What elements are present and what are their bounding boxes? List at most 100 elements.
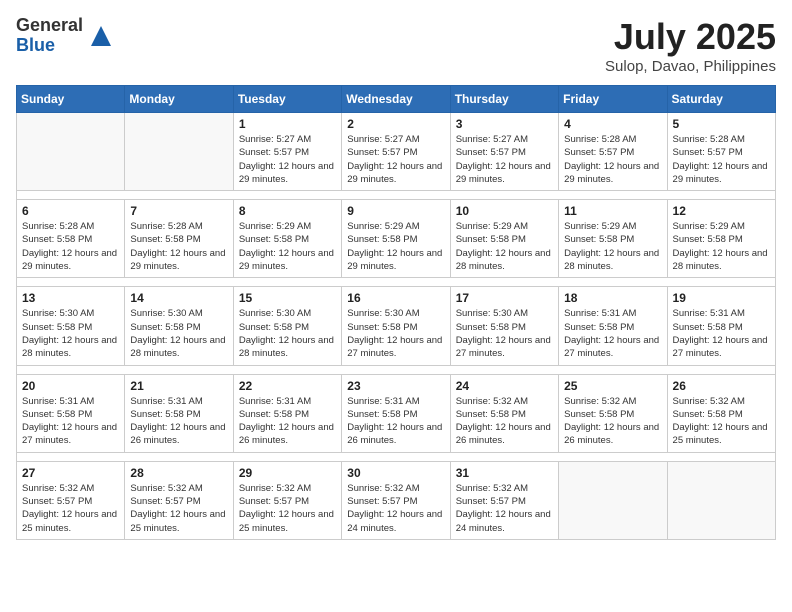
logo-icon: [87, 22, 115, 50]
week-spacer-cell: [17, 452, 776, 461]
calendar-day-cell: 4 Sunrise: 5:28 AM Sunset: 5:57 PM Daylig…: [559, 113, 667, 191]
day-info: Sunrise: 5:31 AM Sunset: 5:58 PM Dayligh…: [673, 307, 770, 360]
day-info: Sunrise: 5:29 AM Sunset: 5:58 PM Dayligh…: [456, 220, 553, 273]
day-info: Sunrise: 5:32 AM Sunset: 5:57 PM Dayligh…: [22, 482, 119, 535]
weekday-header: Friday: [559, 86, 667, 113]
logo-text: General Blue: [16, 16, 83, 56]
day-number: 5: [673, 117, 770, 131]
calendar-week-row: 13 Sunrise: 5:30 AM Sunset: 5:58 PM Dayli…: [17, 287, 776, 365]
week-spacer-row: [17, 278, 776, 287]
calendar-day-cell: 16 Sunrise: 5:30 AM Sunset: 5:58 PM Dayli…: [342, 287, 450, 365]
day-number: 27: [22, 466, 119, 480]
day-number: 19: [673, 291, 770, 305]
day-info: Sunrise: 5:31 AM Sunset: 5:58 PM Dayligh…: [347, 395, 444, 448]
day-info: Sunrise: 5:30 AM Sunset: 5:58 PM Dayligh…: [239, 307, 336, 360]
day-info: Sunrise: 5:29 AM Sunset: 5:58 PM Dayligh…: [564, 220, 661, 273]
weekday-header: Saturday: [667, 86, 775, 113]
day-number: 8: [239, 204, 336, 218]
day-info: Sunrise: 5:32 AM Sunset: 5:58 PM Dayligh…: [564, 395, 661, 448]
day-info: Sunrise: 5:32 AM Sunset: 5:57 PM Dayligh…: [347, 482, 444, 535]
calendar-day-cell: 20 Sunrise: 5:31 AM Sunset: 5:58 PM Dayli…: [17, 374, 125, 452]
day-number: 1: [239, 117, 336, 131]
month-year-title: July 2025: [605, 16, 776, 58]
day-info: Sunrise: 5:32 AM Sunset: 5:58 PM Dayligh…: [673, 395, 770, 448]
day-info: Sunrise: 5:27 AM Sunset: 5:57 PM Dayligh…: [347, 133, 444, 186]
calendar-day-cell: 12 Sunrise: 5:29 AM Sunset: 5:58 PM Dayli…: [667, 200, 775, 278]
day-number: 25: [564, 379, 661, 393]
day-number: 12: [673, 204, 770, 218]
weekday-header: Thursday: [450, 86, 558, 113]
day-number: 21: [130, 379, 227, 393]
day-info: Sunrise: 5:29 AM Sunset: 5:58 PM Dayligh…: [673, 220, 770, 273]
day-info: Sunrise: 5:32 AM Sunset: 5:57 PM Dayligh…: [130, 482, 227, 535]
calendar-day-cell: 2 Sunrise: 5:27 AM Sunset: 5:57 PM Daylig…: [342, 113, 450, 191]
week-spacer-cell: [17, 365, 776, 374]
week-spacer-cell: [17, 278, 776, 287]
calendar-day-cell: 23 Sunrise: 5:31 AM Sunset: 5:58 PM Dayli…: [342, 374, 450, 452]
calendar-table: SundayMondayTuesdayWednesdayThursdayFrid…: [16, 85, 776, 540]
calendar-day-cell: 30 Sunrise: 5:32 AM Sunset: 5:57 PM Dayli…: [342, 461, 450, 539]
weekday-header: Monday: [125, 86, 233, 113]
day-info: Sunrise: 5:31 AM Sunset: 5:58 PM Dayligh…: [130, 395, 227, 448]
weekday-header: Wednesday: [342, 86, 450, 113]
day-number: 24: [456, 379, 553, 393]
day-info: Sunrise: 5:28 AM Sunset: 5:58 PM Dayligh…: [130, 220, 227, 273]
calendar-day-cell: 10 Sunrise: 5:29 AM Sunset: 5:58 PM Dayli…: [450, 200, 558, 278]
day-info: Sunrise: 5:31 AM Sunset: 5:58 PM Dayligh…: [22, 395, 119, 448]
calendar-day-cell: 27 Sunrise: 5:32 AM Sunset: 5:57 PM Dayli…: [17, 461, 125, 539]
logo-blue: Blue: [16, 36, 83, 56]
calendar-day-cell: 25 Sunrise: 5:32 AM Sunset: 5:58 PM Dayli…: [559, 374, 667, 452]
day-info: Sunrise: 5:27 AM Sunset: 5:57 PM Dayligh…: [239, 133, 336, 186]
day-number: 2: [347, 117, 444, 131]
calendar-day-cell: 8Sunrise: 5:29 AM Sunset: 5:58 PM Daylig…: [233, 200, 341, 278]
calendar-week-row: 20 Sunrise: 5:31 AM Sunset: 5:58 PM Dayli…: [17, 374, 776, 452]
calendar-day-cell: 19 Sunrise: 5:31 AM Sunset: 5:58 PM Dayli…: [667, 287, 775, 365]
calendar-day-cell: 29Sunrise: 5:32 AM Sunset: 5:57 PM Dayli…: [233, 461, 341, 539]
calendar-day-cell: 28Sunrise: 5:32 AM Sunset: 5:57 PM Dayli…: [125, 461, 233, 539]
day-number: 11: [564, 204, 661, 218]
calendar-day-cell: 5Sunrise: 5:28 AM Sunset: 5:57 PM Daylig…: [667, 113, 775, 191]
day-number: 20: [22, 379, 119, 393]
page-header: General Blue July 2025 Sulop, Davao, Phi…: [16, 16, 776, 75]
calendar-day-cell: 17Sunrise: 5:30 AM Sunset: 5:58 PM Dayli…: [450, 287, 558, 365]
day-number: 17: [456, 291, 553, 305]
day-number: 4: [564, 117, 661, 131]
day-number: 23: [347, 379, 444, 393]
calendar-week-row: 27 Sunrise: 5:32 AM Sunset: 5:57 PM Dayli…: [17, 461, 776, 539]
day-number: 18: [564, 291, 661, 305]
calendar-day-cell: 21 Sunrise: 5:31 AM Sunset: 5:58 PM Dayli…: [125, 374, 233, 452]
calendar-day-cell: [667, 461, 775, 539]
calendar-day-cell: 13 Sunrise: 5:30 AM Sunset: 5:58 PM Dayli…: [17, 287, 125, 365]
day-number: 13: [22, 291, 119, 305]
day-number: 16: [347, 291, 444, 305]
day-number: 14: [130, 291, 227, 305]
day-number: 10: [456, 204, 553, 218]
day-number: 15: [239, 291, 336, 305]
day-number: 29: [239, 466, 336, 480]
day-number: 26: [673, 379, 770, 393]
calendar-header-row: SundayMondayTuesdayWednesdayThursdayFrid…: [17, 86, 776, 113]
day-number: 7: [130, 204, 227, 218]
calendar-day-cell: 18 Sunrise: 5:31 AM Sunset: 5:58 PM Dayli…: [559, 287, 667, 365]
day-info: Sunrise: 5:30 AM Sunset: 5:58 PM Dayligh…: [347, 307, 444, 360]
week-spacer-row: [17, 191, 776, 200]
calendar-day-cell: 14Sunrise: 5:30 AM Sunset: 5:58 PM Dayli…: [125, 287, 233, 365]
day-number: 30: [347, 466, 444, 480]
day-info: Sunrise: 5:29 AM Sunset: 5:58 PM Dayligh…: [347, 220, 444, 273]
weekday-header: Sunday: [17, 86, 125, 113]
day-info: Sunrise: 5:30 AM Sunset: 5:58 PM Dayligh…: [22, 307, 119, 360]
day-info: Sunrise: 5:32 AM Sunset: 5:57 PM Dayligh…: [456, 482, 553, 535]
day-number: 9: [347, 204, 444, 218]
calendar-day-cell: 24Sunrise: 5:32 AM Sunset: 5:58 PM Dayli…: [450, 374, 558, 452]
day-number: 3: [456, 117, 553, 131]
weekday-header: Tuesday: [233, 86, 341, 113]
day-info: Sunrise: 5:31 AM Sunset: 5:58 PM Dayligh…: [239, 395, 336, 448]
week-spacer-row: [17, 365, 776, 374]
day-number: 22: [239, 379, 336, 393]
calendar-day-cell: 9 Sunrise: 5:29 AM Sunset: 5:58 PM Daylig…: [342, 200, 450, 278]
calendar-day-cell: 26 Sunrise: 5:32 AM Sunset: 5:58 PM Dayli…: [667, 374, 775, 452]
calendar-day-cell: 1 Sunrise: 5:27 AM Sunset: 5:57 PM Daylig…: [233, 113, 341, 191]
day-info: Sunrise: 5:28 AM Sunset: 5:57 PM Dayligh…: [564, 133, 661, 186]
logo-general: General: [16, 16, 83, 36]
day-info: Sunrise: 5:31 AM Sunset: 5:58 PM Dayligh…: [564, 307, 661, 360]
